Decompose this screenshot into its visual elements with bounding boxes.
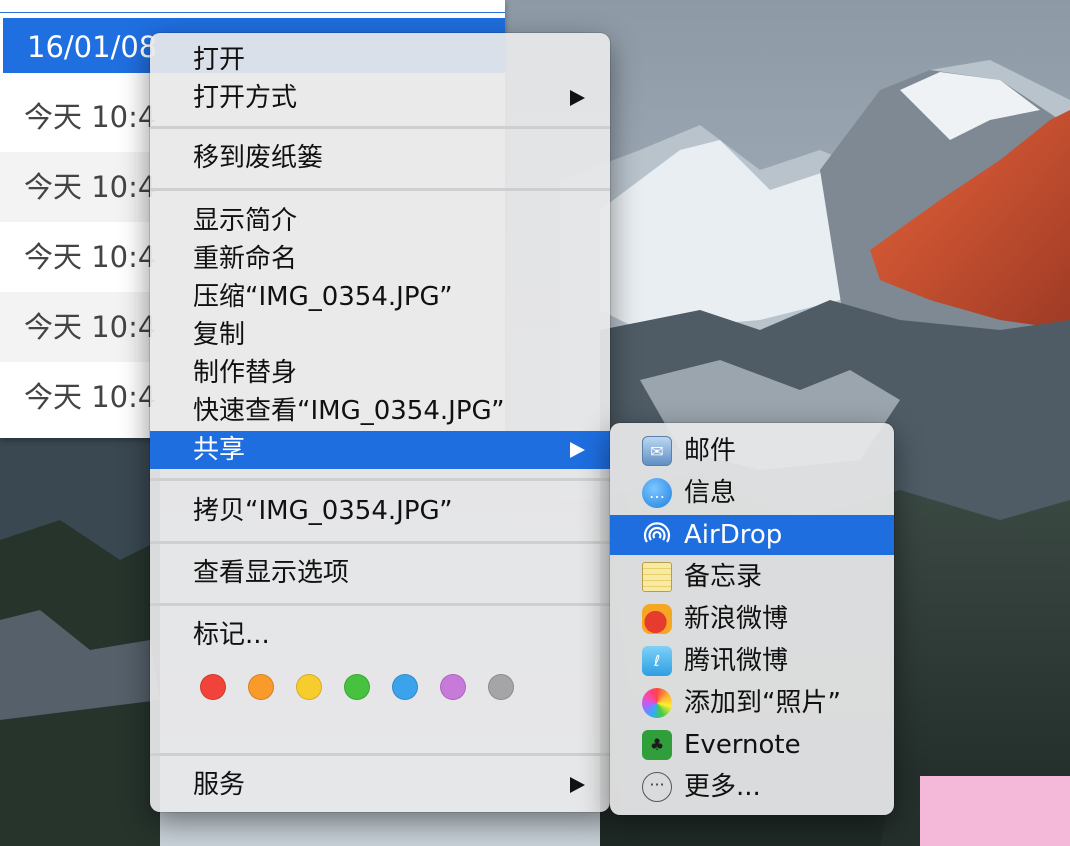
share-item-label: 更多... <box>684 772 761 802</box>
menu-item-label: 显示简介 <box>193 206 298 236</box>
menu-item-label: 快速查看“IMG_0354.JPG” <box>193 396 505 426</box>
share-item-airdrop[interactable]: AirDrop <box>610 515 894 555</box>
share-item-label: 腾讯微博 <box>684 646 789 676</box>
menu-item-label: 重新命名 <box>193 244 298 274</box>
share-item-tencent-weibo[interactable]: ℓ 腾讯微博 <box>610 641 894 681</box>
tag-purple-dot[interactable] <box>440 674 466 700</box>
submenu-arrow-icon <box>570 777 585 793</box>
menu-item-label: 标记... <box>193 620 270 650</box>
share-item-label: 添加到“照片” <box>684 688 841 718</box>
share-item-notes[interactable]: 备忘录 <box>610 557 894 597</box>
menu-separator <box>150 478 610 481</box>
menu-separator <box>150 603 610 606</box>
watermark-overlay <box>920 776 1070 846</box>
menu-item-view-options[interactable]: 查看显示选项 <box>150 554 610 592</box>
submenu-arrow-icon <box>570 442 585 458</box>
menu-item-label: 打开 <box>193 45 246 75</box>
tag-green-dot[interactable] <box>344 674 370 700</box>
menu-item-services[interactable]: 服务 <box>150 766 610 804</box>
tag-red-dot[interactable] <box>200 674 226 700</box>
menu-item-tags[interactable]: 标记... <box>150 616 610 654</box>
menu-item-get-info[interactable]: 显示简介 <box>150 202 610 240</box>
sina-weibo-icon <box>642 604 672 634</box>
menu-item-label: 移到废纸篓 <box>193 143 324 173</box>
share-item-label: 信息 <box>684 478 737 508</box>
tag-blue-dot[interactable] <box>392 674 418 700</box>
menu-item-label: 拷贝“IMG_0354.JPG” <box>193 496 453 526</box>
evernote-icon: ♣ <box>642 730 672 760</box>
menu-item-duplicate[interactable]: 复制 <box>150 316 610 354</box>
menu-item-share[interactable]: 共享 <box>150 431 610 469</box>
tag-yellow-dot[interactable] <box>296 674 322 700</box>
menu-item-label: 打开方式 <box>193 83 298 113</box>
menu-separator <box>150 126 610 129</box>
share-item-label: 新浪微博 <box>684 604 789 634</box>
menu-item-make-alias[interactable]: 制作替身 <box>150 354 610 392</box>
share-item-sina-weibo[interactable]: 新浪微博 <box>610 599 894 639</box>
photos-icon <box>642 688 672 718</box>
share-item-label: 备忘录 <box>684 562 763 592</box>
menu-separator <box>150 188 610 191</box>
airdrop-icon <box>642 520 672 550</box>
menu-item-label: 复制 <box>193 320 246 350</box>
share-item-messages[interactable]: … 信息 <box>610 473 894 513</box>
notes-icon <box>642 562 672 592</box>
menu-item-label: 查看显示选项 <box>193 558 350 588</box>
tencent-weibo-icon: ℓ <box>642 646 672 676</box>
messages-icon: … <box>642 478 672 508</box>
menu-item-label: 制作替身 <box>193 358 298 388</box>
menu-item-label: 服务 <box>193 770 246 800</box>
share-submenu: ✉ 邮件 … 信息 AirDrop 备忘录 新浪微博 ℓ 腾讯微博 添加到“照片… <box>610 423 894 815</box>
tag-gray-dot[interactable] <box>488 674 514 700</box>
share-item-label: AirDrop <box>684 520 783 550</box>
menu-item-label: 压缩“IMG_0354.JPG” <box>193 282 453 312</box>
submenu-arrow-icon <box>570 90 585 106</box>
share-item-label: 邮件 <box>684 436 737 466</box>
share-item-mail[interactable]: ✉ 邮件 <box>610 431 894 471</box>
menu-item-move-to-trash[interactable]: 移到废纸篓 <box>150 139 610 177</box>
list-header-edge <box>0 0 505 13</box>
menu-item-copy[interactable]: 拷贝“IMG_0354.JPG” <box>150 492 610 530</box>
share-item-photos[interactable]: 添加到“照片” <box>610 683 894 723</box>
menu-item-compress[interactable]: 压缩“IMG_0354.JPG” <box>150 278 610 316</box>
menu-item-quick-look[interactable]: 快速查看“IMG_0354.JPG” <box>150 392 610 430</box>
share-item-evernote[interactable]: ♣ Evernote <box>610 725 894 765</box>
context-menu: 打开 打开方式 移到废纸篓 显示简介 重新命名 压缩“IMG_0354.JPG”… <box>150 33 610 812</box>
share-item-more[interactable]: ··· 更多... <box>610 767 894 807</box>
menu-item-rename[interactable]: 重新命名 <box>150 240 610 278</box>
tag-orange-dot[interactable] <box>248 674 274 700</box>
menu-item-open-with[interactable]: 打开方式 <box>150 79 610 117</box>
share-item-label: Evernote <box>684 730 801 760</box>
menu-separator <box>150 753 610 756</box>
menu-item-label: 共享 <box>193 435 246 465</box>
menu-item-open[interactable]: 打开 <box>150 41 610 79</box>
more-icon: ··· <box>642 772 672 802</box>
mail-icon: ✉ <box>642 436 672 466</box>
menu-separator <box>150 541 610 544</box>
